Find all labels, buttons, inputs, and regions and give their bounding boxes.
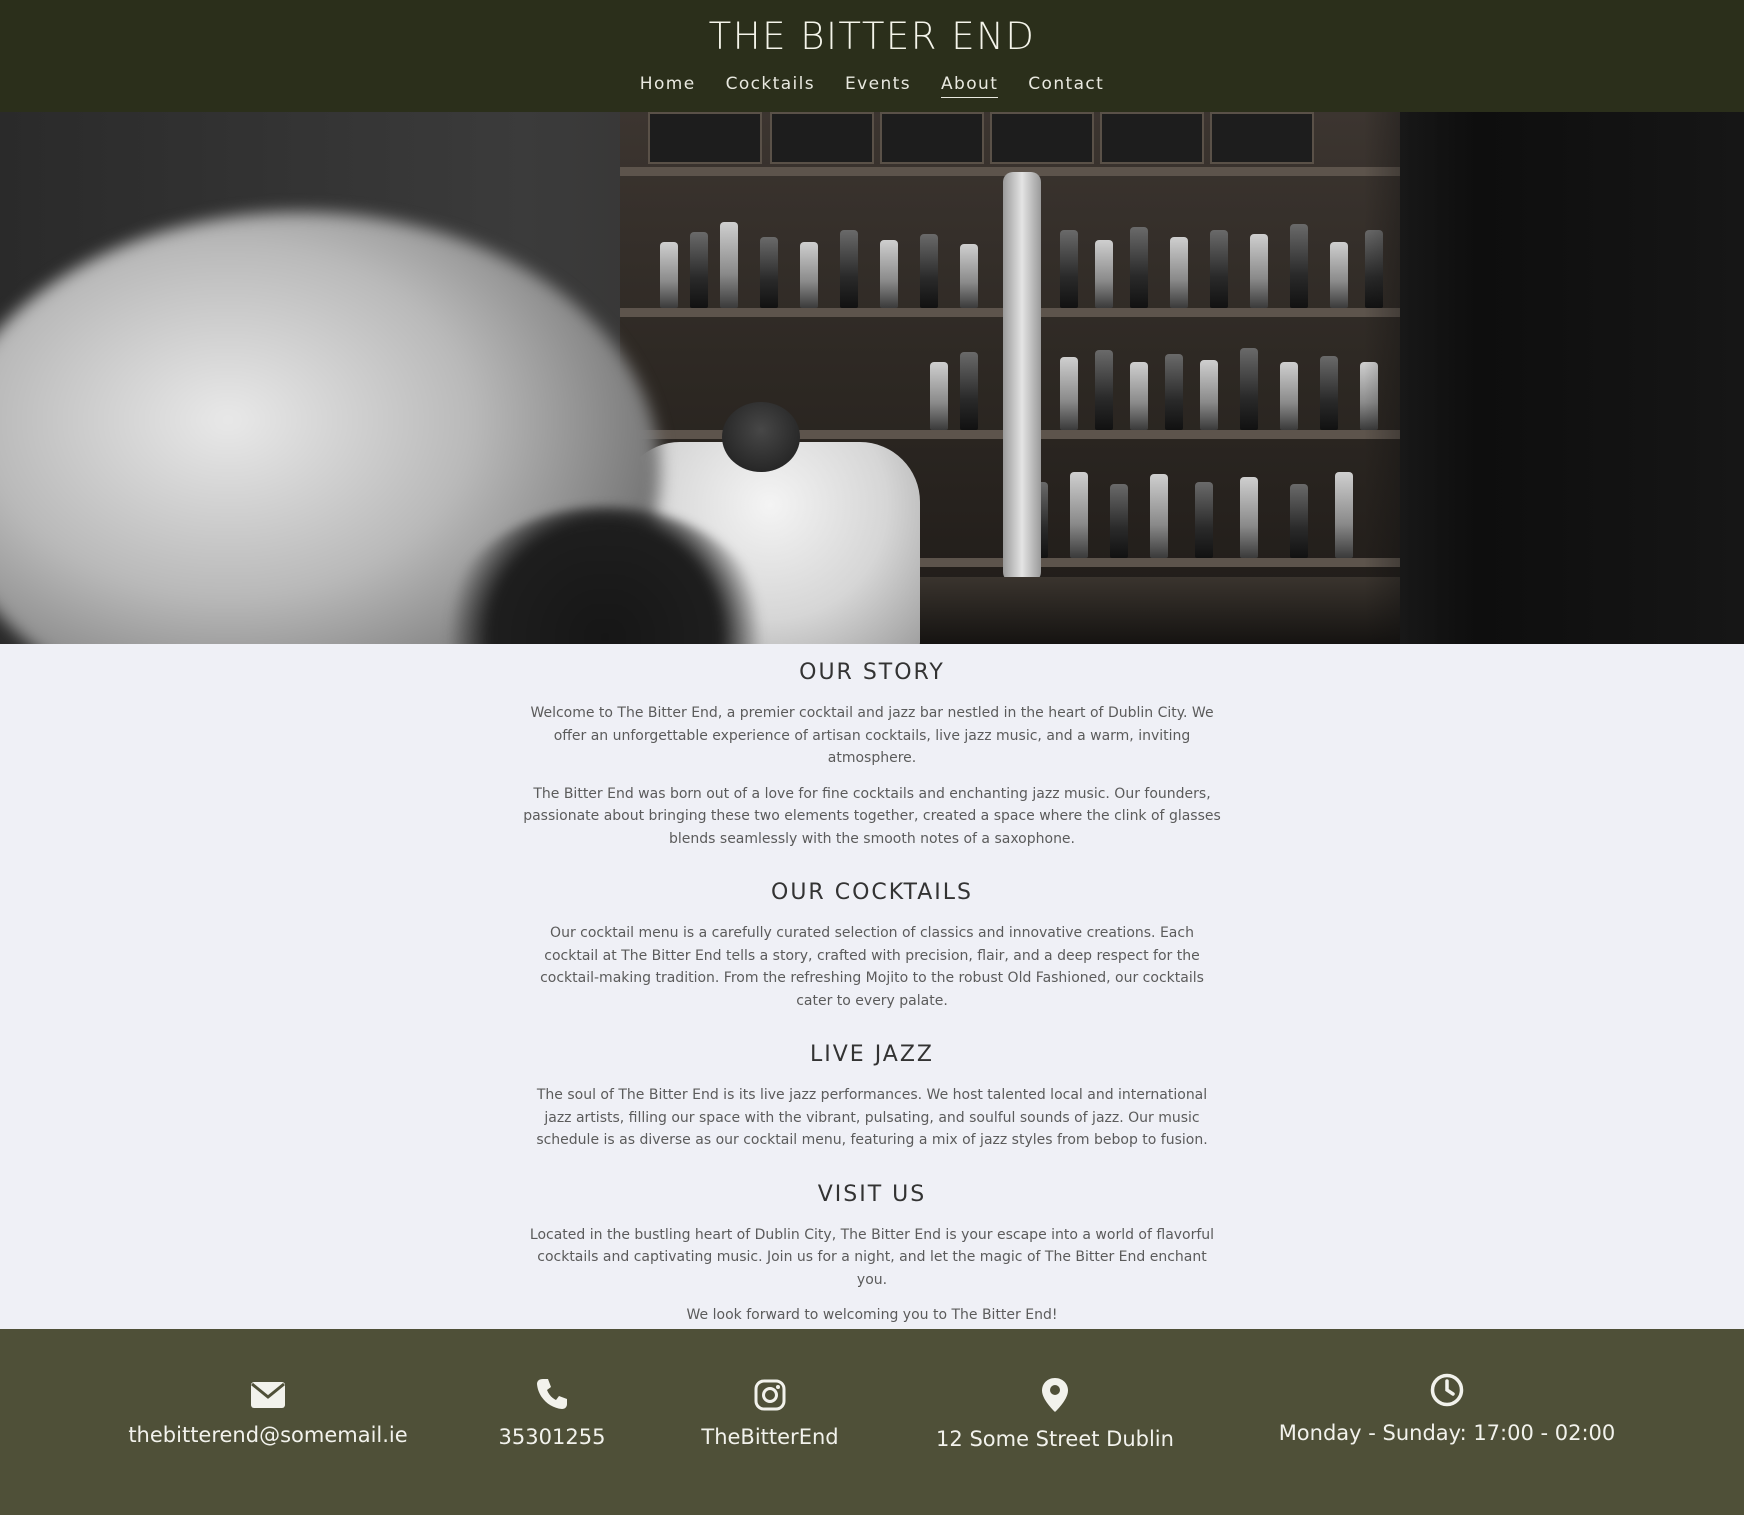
hero-bottle [690, 232, 708, 308]
section-our-story: OUR STORY Welcome to The Bitter End, a p… [522, 660, 1222, 850]
hero-bottle [800, 242, 818, 308]
hero-chalkboard [990, 112, 1094, 164]
section-paragraph: Our cocktail menu is a carefully curated… [540, 925, 1204, 1009]
hero-bottle [1210, 230, 1228, 308]
section-title: LIVE JAZZ [810, 1042, 934, 1067]
hero-bottle [880, 240, 898, 308]
hero-bottle [960, 352, 978, 430]
hero-bottle [840, 230, 858, 308]
hero-chalkboard [880, 112, 984, 164]
footer-phone-text[interactable]: 35301255 [499, 1425, 606, 1449]
hero-bottle [1130, 362, 1148, 430]
section-live-jazz: LIVE JAZZ The soul of The Bitter End is … [522, 1042, 1222, 1152]
footer-instagram[interactable]: TheBitterEnd [690, 1379, 850, 1449]
section-paragraph: Welcome to The Bitter End, a premier coc… [530, 705, 1214, 766]
section-title: OUR STORY [799, 660, 945, 685]
hero-bottle [1130, 227, 1148, 308]
hero-bottle [1290, 484, 1308, 558]
section-paragraph: The Bitter End was born out of a love fo… [523, 785, 1221, 847]
hero-bottle [1195, 482, 1213, 558]
nav-home[interactable]: Home [640, 74, 696, 98]
phone-icon [537, 1379, 567, 1409]
footer-email-text[interactable]: thebitterend@somemail.ie [128, 1423, 407, 1447]
hero-bottle [1150, 474, 1168, 558]
section-our-cocktails: OUR COCKTAILS Our cocktail menu is a car… [522, 880, 1222, 1012]
envelope-icon [251, 1382, 285, 1408]
hero-bottle [920, 234, 938, 308]
hero-pillar [1003, 172, 1041, 582]
hero-chalkboard [648, 112, 762, 164]
section-paragraph: We look forward to welcoming you to The … [686, 1307, 1058, 1323]
nav-events[interactable]: Events [845, 74, 911, 98]
footer-hours-text: Monday - Sunday: 17:00 - 02:00 [1278, 1421, 1616, 1445]
hero-chalkboard [770, 112, 874, 164]
clock-icon [1430, 1373, 1464, 1407]
section-title: VISIT US [817, 1181, 927, 1207]
map-pin-icon [1042, 1378, 1068, 1412]
main-nav: Home Cocktails Events About Contact [640, 74, 1104, 98]
section-paragraph: Located in the bustling heart of Dublin … [529, 1226, 1215, 1288]
hero-bottle [1250, 234, 1268, 308]
nav-contact[interactable]: Contact [1028, 74, 1104, 98]
nav-cocktails[interactable]: Cocktails [726, 74, 815, 98]
hero-bottle [1330, 242, 1348, 308]
footer-hours: Monday - Sunday: 17:00 - 02:00 [1272, 1373, 1622, 1445]
section-title: OUR COCKTAILS [771, 880, 973, 905]
hero-bartender-head [722, 402, 800, 472]
hero-bottle [1070, 472, 1088, 558]
site-footer: thebitterend@somemail.ie 35301255 TheBit… [0, 1329, 1744, 1515]
hero-bottle [1280, 362, 1298, 430]
hero-bottle [1240, 348, 1258, 430]
section-paragraph: The soul of The Bitter End is its live j… [536, 1087, 1208, 1148]
footer-instagram-text[interactable]: TheBitterEnd [701, 1425, 838, 1449]
hero-chalkboard [1100, 112, 1204, 164]
hero-bottle [1095, 350, 1113, 430]
hero-bottle [930, 362, 948, 430]
hero-image [0, 112, 1744, 644]
hero-shadow [1364, 112, 1744, 644]
footer-phone[interactable]: 35301255 [482, 1377, 622, 1449]
main-content: OUR STORY Welcome to The Bitter End, a p… [522, 644, 1222, 1327]
footer-address[interactable]: 12 Some Street Dublin [925, 1377, 1185, 1451]
hero-bottle [1200, 360, 1218, 430]
site-header: THE BITTER END Home Cocktails Events Abo… [0, 0, 1744, 112]
footer-address-text[interactable]: 12 Some Street Dublin [936, 1427, 1174, 1451]
hero-bottle [1060, 357, 1078, 430]
nav-about[interactable]: About [941, 74, 999, 98]
hero-bottle [1170, 237, 1188, 308]
hero-bottle [760, 237, 778, 308]
hero-bottle [660, 242, 678, 308]
hero-bottle [1060, 230, 1078, 308]
footer-email[interactable]: thebitterend@somemail.ie [118, 1381, 418, 1447]
instagram-icon [754, 1379, 786, 1411]
hero-bottle [1320, 356, 1338, 430]
hero-bottle [1110, 484, 1128, 558]
hero-bottle [1240, 477, 1258, 558]
section-visit-us: VISIT US Located in the bustling heart o… [522, 1182, 1222, 1327]
hero-bottle [1290, 224, 1308, 308]
hero-bottle [1165, 354, 1183, 430]
hero-chalkboard [1210, 112, 1314, 164]
hero-bottle [1095, 240, 1113, 308]
site-brand[interactable]: THE BITTER END [709, 17, 1036, 57]
hero-bottle [960, 244, 978, 308]
hero-bottle [720, 222, 738, 308]
hero-bottle [1335, 472, 1353, 558]
